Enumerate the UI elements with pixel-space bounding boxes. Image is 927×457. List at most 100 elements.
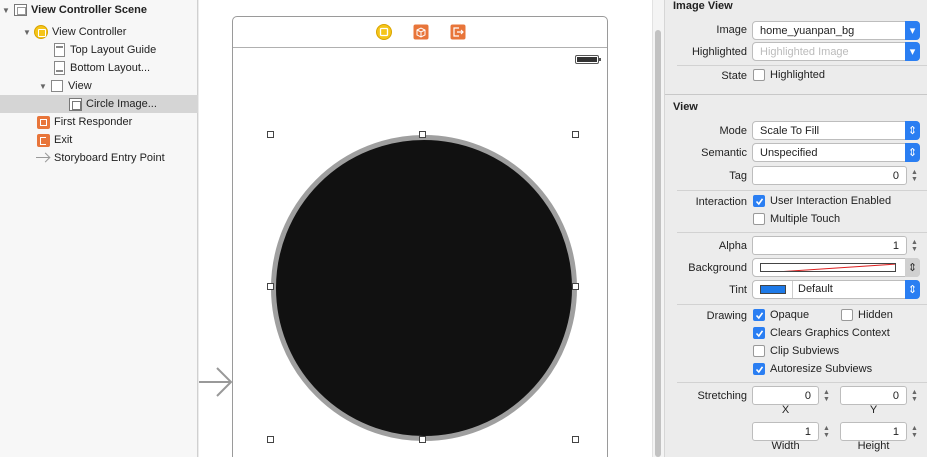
x-label: X (781, 404, 790, 416)
alpha-stepper[interactable]: ▲ ▼ (910, 237, 919, 254)
stretch-width-stepper[interactable]: ▲ ▼ (822, 423, 831, 440)
stretch-x-stepper[interactable]: ▲ ▼ (822, 387, 831, 404)
stepper-up-icon[interactable]: ▲ (911, 389, 918, 396)
semantic-value: Unspecified (760, 146, 818, 159)
storyboard-canvas[interactable] (199, 0, 652, 457)
opaque-checkbox[interactable]: Opaque (753, 309, 809, 321)
outline-item-storyboard-entry-point[interactable]: Storyboard Entry Point (0, 149, 198, 167)
canvas-scroll-thumb[interactable] (655, 30, 661, 457)
resize-handle[interactable] (572, 283, 579, 290)
image-label: Image (716, 24, 747, 36)
disclosure-triangle-icon[interactable]: ▼ (1, 6, 11, 15)
resize-handle[interactable] (419, 131, 426, 138)
outline-item-view-controller-scene[interactable]: ▼ View Controller Scene (0, 1, 198, 19)
hidden-checkbox[interactable]: Hidden (841, 309, 893, 321)
stepper-down-icon[interactable]: ▼ (823, 432, 830, 439)
stepper-up-icon[interactable]: ▲ (911, 169, 918, 176)
stretch-y-field[interactable]: 0 (840, 386, 907, 405)
stretch-height-stepper[interactable]: ▲ ▼ (910, 423, 919, 440)
resize-handle[interactable] (267, 436, 274, 443)
attributes-inspector: Image View Image home_yuanpan_bg ▾ Highl… (664, 0, 927, 457)
layout-guide-icon (52, 61, 66, 75)
tag-stepper[interactable]: ▲ ▼ (910, 167, 919, 184)
outline-item-label: First Responder (54, 116, 133, 128)
outline-item-bottom-layout-guide[interactable]: Bottom Layout... (0, 59, 198, 77)
view-controller-icon[interactable] (376, 24, 392, 40)
multiple-touch-label: Multiple Touch (770, 213, 841, 225)
image-combo-box[interactable]: home_yuanpan_bg ▾ (752, 21, 920, 40)
clears-graphics-context-checkbox[interactable]: Clears Graphics Context (753, 327, 890, 339)
semantic-popup[interactable]: Unspecified ⇕ (752, 143, 920, 162)
resize-handle[interactable] (572, 131, 579, 138)
clip-subviews-checkbox[interactable]: Clip Subviews (753, 345, 839, 357)
multiple-touch-checkbox[interactable]: Multiple Touch (753, 213, 840, 225)
chevron-updown-icon[interactable]: ⇕ (905, 280, 920, 299)
storyboard-entry-arrow-icon[interactable] (199, 364, 233, 400)
stepper-down-icon[interactable]: ▼ (911, 176, 918, 183)
tag-field[interactable]: 0 (752, 166, 907, 185)
outline-item-first-responder[interactable]: First Responder (0, 113, 198, 131)
outline-item-view-controller[interactable]: ▼ View Controller (0, 23, 198, 41)
autoresize-subviews-label: Autoresize Subviews (770, 363, 873, 375)
checkbox-box[interactable] (753, 69, 765, 81)
stepper-down-icon[interactable]: ▼ (911, 246, 918, 253)
checkmark-icon[interactable] (753, 309, 765, 321)
outline-item-label: Bottom Layout... (70, 62, 151, 74)
scene-icon (13, 3, 27, 17)
checkmark-icon[interactable] (753, 363, 765, 375)
resize-handle[interactable] (267, 131, 274, 138)
outline-item-top-layout-guide[interactable]: Top Layout Guide (0, 41, 198, 59)
mode-popup[interactable]: Scale To Fill ⇕ (752, 121, 920, 140)
layout-guide-icon (52, 43, 66, 57)
exit-icon (36, 133, 50, 147)
chevron-updown-icon[interactable]: ⇕ (905, 143, 920, 162)
outline-item-circle-image[interactable]: Circle Image... (0, 95, 198, 113)
resize-handle[interactable] (267, 283, 274, 290)
stretch-height-field[interactable]: 1 (840, 422, 907, 441)
chevron-down-icon[interactable]: ▾ (905, 21, 920, 40)
stepper-down-icon[interactable]: ▼ (911, 432, 918, 439)
checkmark-icon[interactable] (753, 327, 765, 339)
exit-icon[interactable] (450, 24, 466, 40)
stepper-down-icon[interactable]: ▼ (911, 396, 918, 403)
chevron-updown-icon[interactable]: ⇕ (905, 121, 920, 140)
view-controller-scene-frame[interactable] (232, 16, 608, 457)
stepper-up-icon[interactable]: ▲ (823, 389, 830, 396)
view-icon (50, 79, 64, 93)
tint-label: Tint (729, 284, 747, 296)
stretch-width-field[interactable]: 1 (752, 422, 819, 441)
chevron-updown-icon[interactable]: ⇕ (905, 258, 920, 277)
autoresize-subviews-checkbox[interactable]: Autoresize Subviews (753, 363, 872, 375)
stretch-y-stepper[interactable]: ▲ ▼ (910, 387, 919, 404)
checkbox-box[interactable] (753, 213, 765, 225)
stepper-down-icon[interactable]: ▼ (823, 396, 830, 403)
checkbox-box[interactable] (841, 309, 853, 321)
resize-handle[interactable] (419, 436, 426, 443)
outline-item-label: Circle Image... (86, 98, 157, 110)
stepper-up-icon[interactable]: ▲ (823, 425, 830, 432)
highlighted-checkbox[interactable]: Highlighted (753, 69, 825, 81)
checkmark-icon[interactable] (753, 195, 765, 207)
outline-item-exit[interactable]: Exit (0, 131, 198, 149)
stepper-up-icon[interactable]: ▲ (911, 425, 918, 432)
opaque-label: Opaque (770, 309, 810, 321)
stretch-x-value: 0 (804, 389, 811, 402)
alpha-field[interactable]: 1 (752, 236, 907, 255)
disclosure-triangle-icon[interactable]: ▼ (38, 82, 48, 91)
stretch-x-field[interactable]: 0 (752, 386, 819, 405)
first-responder-icon[interactable] (413, 24, 429, 40)
circle-image-view[interactable] (271, 135, 577, 441)
image-value: home_yuanpan_bg (760, 24, 855, 37)
divider (677, 232, 927, 233)
disclosure-triangle-icon[interactable]: ▼ (22, 28, 32, 37)
highlighted-image-combo-box[interactable]: Highlighted Image ▾ (752, 42, 920, 61)
background-color-popup[interactable]: ⇕ (752, 258, 920, 277)
outline-item-view[interactable]: ▼ View (0, 77, 198, 95)
stepper-up-icon[interactable]: ▲ (911, 239, 918, 246)
chevron-down-icon[interactable]: ▾ (905, 42, 920, 61)
user-interaction-checkbox[interactable]: User Interaction Enabled (753, 195, 891, 207)
tint-color-popup[interactable]: Default ⇕ (752, 280, 920, 299)
clip-subviews-label: Clip Subviews (770, 345, 840, 357)
checkbox-box[interactable] (753, 345, 765, 357)
resize-handle[interactable] (572, 436, 579, 443)
